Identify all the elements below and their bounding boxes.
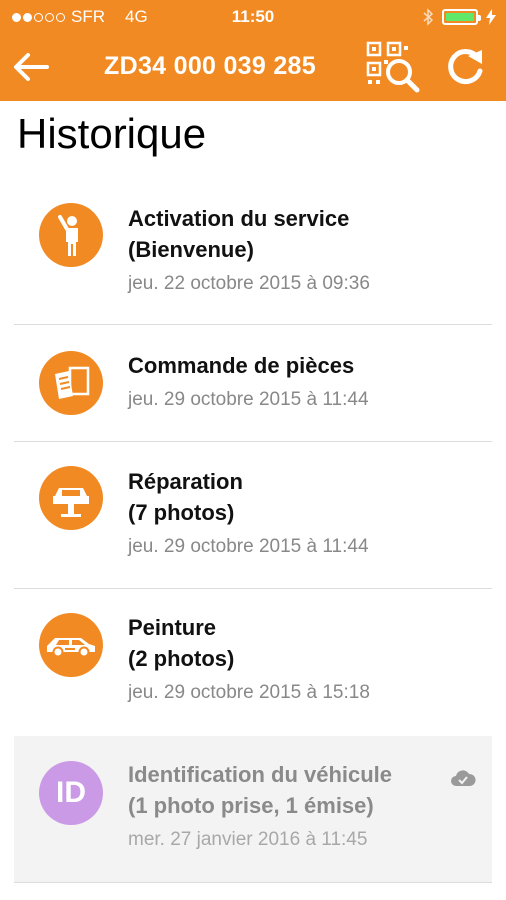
- vehicle-plate-title: ZD34 000 039 285: [104, 52, 316, 80]
- page-title: Historique: [17, 110, 207, 157]
- history-item-title: Commande de pièces: [128, 353, 355, 378]
- charging-icon: [486, 9, 496, 25]
- history-item-text: Réparation (7 photos) jeu. 29 octobre 20…: [128, 466, 476, 558]
- navigation-bar: ZD34 000 039 285: [0, 34, 506, 101]
- history-item-title: Identification du véhicule: [128, 762, 393, 787]
- history-item-subtitle: (1 photo prise, 1 émise): [128, 793, 374, 818]
- refresh-button[interactable]: [442, 44, 488, 90]
- car-lift-icon: [39, 466, 103, 530]
- car-paint-icon: [39, 613, 103, 677]
- history-item[interactable]: Réparation (7 photos) jeu. 29 octobre 20…: [0, 442, 506, 588]
- status-right: [422, 8, 496, 26]
- history-item-date: mer. 27 janvier 2016 à 11:45: [128, 829, 368, 850]
- history-item-date: jeu. 22 octobre 2015 à 09:36: [128, 273, 370, 294]
- app-header: SFR 4G 11:50 ZD34 000 039 285: [0, 0, 506, 101]
- id-avatar: ID: [39, 761, 103, 825]
- history-item-date: jeu. 29 octobre 2015 à 15:18: [128, 682, 370, 703]
- bluetooth-icon: [423, 8, 434, 26]
- history-item-text: Identification du véhicule (1 photo pris…: [128, 759, 462, 851]
- history-item[interactable]: Peinture (2 photos) jeu. 29 octobre 2015…: [0, 589, 506, 735]
- history-item-title: Réparation: [128, 469, 243, 494]
- history-item[interactable]: Activation du service (Bienvenue) jeu. 2…: [0, 180, 506, 326]
- back-arrow-icon: [14, 53, 49, 81]
- history-item-text: Peinture (2 photos) jeu. 29 octobre 2015…: [128, 612, 476, 704]
- history-item-title: Activation du service: [128, 206, 350, 231]
- person-waving-icon: [39, 203, 103, 267]
- history-item-title: Peinture: [128, 615, 217, 640]
- battery-icon: [442, 9, 481, 25]
- qr-scan-button[interactable]: [364, 40, 422, 94]
- refresh-icon: [448, 49, 483, 85]
- back-button[interactable]: [10, 46, 52, 88]
- order-form-icon: [39, 351, 103, 415]
- history-item-subtitle: (Bienvenue): [128, 237, 254, 262]
- qr-search-icon: [366, 41, 420, 93]
- status-bar: SFR 4G 11:50: [0, 0, 506, 34]
- history-item-date: jeu. 29 octobre 2015 à 11:44: [128, 536, 369, 557]
- history-item-date: jeu. 29 octobre 2015 à 11:44: [128, 389, 369, 410]
- history-item-text: Activation du service (Bienvenue) jeu. 2…: [128, 203, 476, 295]
- divider: [14, 882, 492, 883]
- history-item[interactable]: Commande de pièces jeu. 29 octobre 2015 …: [0, 325, 506, 441]
- history-item-text: Commande de pièces jeu. 29 octobre 2015 …: [128, 350, 476, 411]
- history-item-subtitle: (2 photos): [128, 646, 235, 671]
- history-item-subtitle: (7 photos): [128, 500, 235, 525]
- cloud-check-icon: [451, 770, 476, 786]
- history-item-selected[interactable]: ID Identification du véhicule (1 photo p…: [14, 736, 492, 882]
